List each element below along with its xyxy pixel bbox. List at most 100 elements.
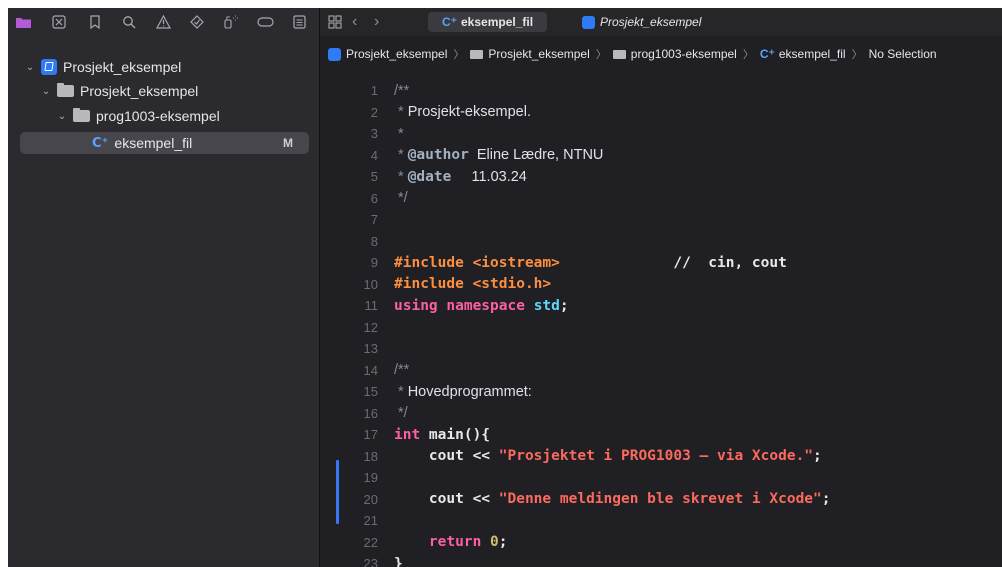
code-text: @date bbox=[407, 168, 452, 185]
line-number: 19 bbox=[363, 470, 378, 486]
bookmark-icon[interactable] bbox=[86, 13, 104, 31]
line-number: 17 bbox=[363, 427, 378, 443]
line-number: 4 bbox=[370, 147, 378, 163]
code-text: * bbox=[394, 168, 408, 185]
folder-icon bbox=[57, 83, 74, 97]
code-text: Hovedprogrammet: bbox=[407, 383, 532, 400]
project-icon bbox=[582, 15, 595, 29]
line-number: 1 bbox=[370, 83, 378, 99]
breadcrumb-separator: 〉 bbox=[742, 49, 754, 61]
folder-icon bbox=[612, 49, 626, 59]
code-text: "Prosjektet i PROG1003 – via Xcode." bbox=[498, 448, 814, 465]
tab-eksempel-fil[interactable]: C⁺ eksempel_fil bbox=[428, 12, 548, 32]
code-text: */ bbox=[394, 405, 408, 422]
code-text: 0 bbox=[490, 534, 499, 551]
report-icon[interactable] bbox=[290, 13, 308, 31]
code-text: #include <stdio.h> bbox=[394, 276, 552, 293]
debug-spray-icon[interactable] bbox=[222, 13, 240, 31]
tree-item-subgroup[interactable]: ⌄ prog1003-eksempel bbox=[56, 105, 220, 127]
code-text: using namespace bbox=[394, 297, 525, 314]
line-number: 8 bbox=[370, 233, 378, 249]
project-icon bbox=[328, 47, 341, 61]
tab-bar: ‹ › C⁺ eksempel_fil Prosjekt_eksempel bbox=[320, 8, 1002, 36]
tree-item-label: prog1003-eksempel bbox=[96, 108, 220, 124]
code-line: 18 cout << "Prosjektet i PROG1003 – via … bbox=[320, 446, 1002, 468]
line-number: 7 bbox=[370, 212, 378, 228]
code-line: 11 using namespace std; bbox=[320, 295, 1002, 317]
tree-item-group[interactable]: ⌄ Prosjekt_eksempel bbox=[40, 80, 198, 102]
chevron-down-icon[interactable]: ⌄ bbox=[56, 111, 68, 122]
search-icon[interactable] bbox=[120, 13, 138, 31]
tab-label: eksempel_fil bbox=[461, 15, 534, 29]
code-line: 17 int main(){ bbox=[320, 424, 1002, 446]
folder-navigator-icon[interactable] bbox=[14, 13, 32, 31]
line-number: 12 bbox=[363, 319, 378, 335]
breakpoint-icon[interactable] bbox=[256, 13, 274, 31]
line-number: 22 bbox=[363, 534, 378, 550]
tab-prosjekt-eksempel[interactable]: Prosjekt_eksempel bbox=[582, 12, 701, 32]
project-icon bbox=[41, 59, 57, 75]
code-text: * bbox=[394, 383, 408, 400]
folder-icon bbox=[470, 49, 484, 59]
code-text: cout << bbox=[394, 448, 499, 465]
code-text: ; bbox=[559, 297, 569, 314]
code-line: 12 bbox=[320, 317, 1002, 339]
code-line: 23} bbox=[320, 553, 1002, 567]
related-items-icon[interactable] bbox=[328, 12, 342, 32]
code-line: 14 /** bbox=[320, 360, 1002, 382]
code-line: 1 /** bbox=[320, 80, 1002, 102]
cpp-file-icon: C⁺ bbox=[759, 47, 775, 61]
chevron-down-icon[interactable]: ⌄ bbox=[40, 86, 52, 97]
code-text: std bbox=[533, 297, 560, 314]
code-text: ; bbox=[821, 491, 831, 508]
breadcrumb-item[interactable]: prog1003-eksempel bbox=[631, 47, 737, 61]
code-line: 9 #include <iostream> // cin, cout bbox=[320, 252, 1002, 274]
code-line: 6 */ bbox=[320, 188, 1002, 210]
breadcrumb-separator: 〉 bbox=[595, 49, 607, 61]
line-number: 5 bbox=[370, 169, 378, 185]
code-text: int bbox=[394, 426, 421, 443]
line-number: 14 bbox=[363, 362, 378, 378]
back-arrow-icon[interactable]: ‹ bbox=[352, 12, 357, 32]
cpp-file-icon: C⁺ bbox=[92, 135, 109, 151]
line-number: 3 bbox=[370, 126, 378, 142]
code-line: 3 * bbox=[320, 123, 1002, 145]
line-number: 13 bbox=[363, 341, 378, 357]
tree-item-project[interactable]: ⌄ Prosjekt_eksempel bbox=[24, 56, 181, 78]
code-text: // cin, cout bbox=[559, 254, 787, 271]
jump-bar: Prosjekt_eksempel 〉 Prosjekt_eksempel 〉 … bbox=[320, 44, 1002, 64]
test-diamond-icon[interactable] bbox=[188, 13, 206, 31]
breadcrumb-item[interactable]: eksempel_fil bbox=[779, 47, 846, 61]
line-number: 20 bbox=[363, 491, 378, 507]
code-line: 19 bbox=[320, 467, 1002, 489]
code-text: return bbox=[394, 534, 491, 551]
breadcrumb-item[interactable]: Prosjekt_eksempel bbox=[488, 47, 589, 61]
code-text: Prosjekt-eksempel. bbox=[407, 104, 531, 121]
line-number: 11 bbox=[364, 298, 379, 314]
modified-badge: M bbox=[283, 136, 293, 150]
forward-arrow-icon[interactable]: › bbox=[374, 12, 379, 32]
code-text: Eline Lædre, NTNU bbox=[468, 147, 604, 164]
line-number: 15 bbox=[363, 384, 378, 400]
code-text: * bbox=[394, 104, 408, 121]
code-line: 21 bbox=[320, 510, 1002, 532]
project-navigator: ⌄ Prosjekt_eksempel ⌄ Prosjekt_eksempel … bbox=[8, 8, 320, 567]
breadcrumb-separator: 〉 bbox=[453, 49, 465, 61]
code-line: 10 #include <stdio.h> bbox=[320, 274, 1002, 296]
code-line: 22 return 0; bbox=[320, 532, 1002, 554]
code-text: cout << bbox=[394, 491, 499, 508]
folder-icon bbox=[73, 108, 90, 122]
line-number: 16 bbox=[363, 405, 378, 421]
code-line: 2 * Prosjekt-eksempel. bbox=[320, 102, 1002, 124]
tree-item-file[interactable]: C⁺ eksempel_fil M bbox=[92, 132, 309, 154]
source-control-icon[interactable] bbox=[50, 13, 68, 31]
code-line: 15 * Hovedprogrammet: bbox=[320, 381, 1002, 403]
tree-item-label: Prosjekt_eksempel bbox=[80, 83, 199, 99]
code-text: * bbox=[394, 147, 408, 164]
breadcrumb-item[interactable]: No Selection bbox=[869, 47, 937, 61]
breadcrumb-item[interactable]: Prosjekt_eksempel bbox=[346, 47, 447, 61]
line-number: 6 bbox=[370, 190, 378, 206]
chevron-down-icon[interactable]: ⌄ bbox=[24, 62, 36, 73]
warning-icon[interactable] bbox=[154, 13, 172, 31]
code-text: #include <iostream> bbox=[394, 254, 560, 271]
